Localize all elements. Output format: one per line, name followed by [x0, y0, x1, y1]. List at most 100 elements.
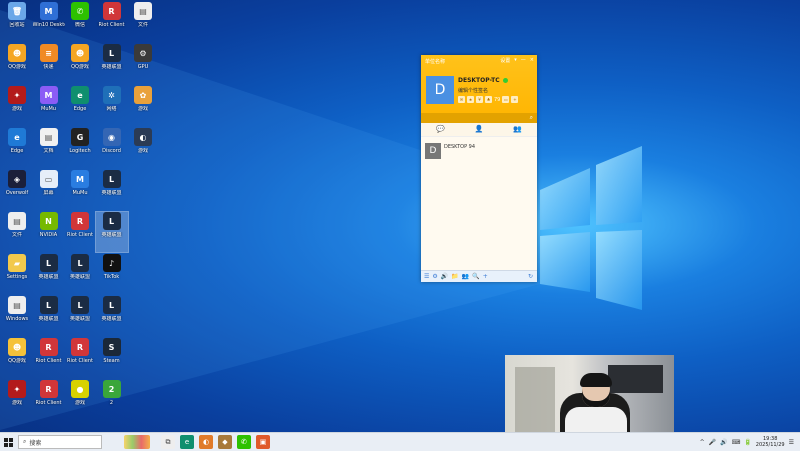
desktop-icon-label: 英雄联盟 — [101, 232, 122, 238]
desktop-icon[interactable]: L 英雄联盟 — [33, 254, 65, 294]
app-icon: L — [39, 254, 58, 272]
desktop-icon-label: QQ游戏 — [8, 358, 26, 364]
tab-contacts[interactable]: 👤 — [460, 123, 499, 136]
desktop-icon[interactable]: R Riot Client — [64, 338, 96, 378]
desktop-icon[interactable]: 🗑 回收站 — [1, 2, 33, 42]
chat-window[interactable]: 单位名称 设置 ▾ — × D DESKTOP-TC 编辑个性签名 ✉ ★ ¥ … — [421, 55, 537, 282]
desktop-icon[interactable]: ◉ Discord — [96, 128, 128, 168]
desktop-icon[interactable]: L 英雄联盟 — [96, 44, 128, 84]
taskbar-doodle[interactable] — [124, 435, 150, 449]
desktop-icon[interactable]: L 英雄联盟 — [94, 211, 129, 253]
desktop-icon[interactable]: ☻ QQ游戏 — [64, 44, 96, 84]
avatar[interactable]: D — [426, 76, 454, 104]
taskbar-app-wechat[interactable]: ✆ — [237, 435, 251, 449]
tab-messages[interactable]: 💬 — [421, 123, 460, 136]
desktop-icon[interactable]: L 英雄联盟 — [33, 296, 65, 336]
online-status-icon[interactable] — [503, 78, 508, 83]
desktop-icon[interactable]: R Riot Client — [33, 380, 65, 420]
desktop-icon[interactable]: ☻ QQ游戏 — [1, 338, 33, 378]
taskbar-app-app-brown[interactable]: ◆ — [218, 435, 232, 449]
desktop-icon[interactable]: ✿ 游戏 — [127, 86, 159, 126]
desktop-icon[interactable]: ♪ TikTok — [96, 254, 128, 294]
desktop-icon[interactable]: ▤ 文件 — [127, 2, 159, 42]
desktop-icon-label: Edge — [10, 148, 24, 154]
desktop-icon[interactable]: M MuMu — [33, 86, 65, 126]
desktop-icon[interactable]: L 英雄联盟 — [96, 170, 128, 210]
desktop-icon-label: TikTok — [103, 274, 120, 280]
wallet-icon[interactable]: ¥ — [476, 96, 483, 103]
app-icon: G — [71, 128, 89, 146]
desktop-icon-label: Windows — [5, 316, 29, 322]
search-input[interactable]: ⌕ 搜索 — [18, 435, 102, 449]
desktop-icon[interactable]: ▤ 文件 — [1, 212, 33, 252]
desktop-icon[interactable]: e Edge — [1, 128, 33, 168]
desktop-icon[interactable]: ≡ 快递 — [33, 44, 65, 84]
start-button[interactable] — [0, 433, 16, 451]
speaker-icon[interactable]: 🔊 — [441, 273, 448, 280]
search-icon[interactable]: 🔍 — [472, 273, 479, 280]
desktop-icon[interactable]: ⚙ GPU — [127, 44, 159, 84]
desktop-icon[interactable]: S Steam — [96, 338, 128, 378]
keyboard-icon[interactable]: ⌨ — [732, 439, 741, 446]
game-icon[interactable]: ♣ — [485, 96, 492, 103]
app-icon: ▤ — [8, 212, 26, 230]
volume-icon[interactable]: 🔊 — [720, 439, 727, 446]
taskbar-app-app-orange[interactable]: ◐ — [199, 435, 213, 449]
desktop-icon[interactable]: ✆ 微信 — [64, 2, 96, 42]
show-hidden-icons[interactable]: ^ — [700, 439, 705, 446]
mail-icon[interactable]: ✉ — [458, 96, 465, 103]
message-icon[interactable]: ▭ — [502, 96, 510, 103]
battery-icon[interactable]: 🔋 — [744, 439, 751, 446]
desktop-icon[interactable]: ▭ 屏幕 — [33, 170, 65, 210]
desktop-icon[interactable]: ✲ 网络 — [96, 86, 128, 126]
taskbar-app-edge[interactable]: e — [180, 435, 194, 449]
add-icon[interactable]: + — [483, 273, 488, 280]
space-icon[interactable]: ★ — [467, 96, 474, 103]
contact-search-bar[interactable]: ⌕ — [421, 113, 537, 123]
desktop-icon[interactable]: N NVIDIA — [33, 212, 65, 252]
desktop-icon[interactable]: M MuMu — [64, 170, 96, 210]
desktop-icon[interactable]: e Edge — [64, 86, 96, 126]
desktop-icon-label: 英雄联盟 — [38, 316, 59, 322]
desktop-icon[interactable]: ● 游戏 — [64, 380, 96, 420]
desktop-icon[interactable]: ▤ 文档 — [33, 128, 65, 168]
desktop-icon[interactable]: L 英雄联盟 — [64, 254, 96, 294]
desktop-icon[interactable]: L 英雄联盟 — [64, 296, 96, 336]
desktop-icon[interactable]: ▤ Windows — [1, 296, 33, 336]
microphone-icon[interactable]: 🎤 — [709, 439, 716, 446]
folder-icon[interactable]: 📁 — [451, 273, 458, 280]
desktop-icon[interactable]: ▰ Settings — [1, 254, 33, 294]
taskbar-app-app-red[interactable]: ▣ — [256, 435, 270, 449]
desktop-icon[interactable]: L 英雄联盟 — [96, 296, 128, 336]
gear-icon[interactable]: ⚙ — [432, 273, 437, 280]
desktop-icon[interactable]: ✦ 游戏 — [1, 380, 33, 420]
notification-icon[interactable]: ☰ — [789, 439, 794, 446]
desktop-icon-label: Riot Client — [67, 358, 93, 364]
desktop-icon-label: 文件 — [137, 22, 148, 28]
group-icon[interactable]: 👥 — [462, 273, 469, 280]
desktop-icon[interactable]: ☻ QQ游戏 — [1, 44, 33, 84]
desktop-icon[interactable]: 22 — [96, 380, 128, 420]
desktop-icon[interactable]: ◈ Overwolf — [1, 170, 33, 210]
search-icon[interactable]: ⌕ — [530, 114, 533, 122]
tab-groups[interactable]: 👥 — [498, 123, 537, 136]
desktop-icon[interactable]: R Riot Client — [64, 212, 96, 252]
close-button[interactable]: × — [530, 57, 534, 64]
desktop-icon[interactable]: M Win10 Desktop — [33, 2, 65, 42]
main-menu-icon[interactable]: ☰ — [424, 273, 429, 280]
list-item[interactable]: D DESKTOP 94 — [421, 141, 537, 159]
settings-button[interactable]: 设置 — [500, 57, 510, 64]
signature-field[interactable]: 编辑个性签名 — [458, 87, 488, 94]
minimize-button[interactable]: — — [521, 57, 526, 64]
clock[interactable]: 19:38 2025/11/29 — [756, 436, 785, 448]
desktop-icon[interactable]: R Riot Client — [96, 2, 128, 42]
desktop-icon[interactable]: G Logitech — [64, 128, 96, 168]
desktop-icon[interactable]: ✦ 游戏 — [1, 86, 33, 126]
taskbar: ⌕ 搜索 ⧉ e ◐ ◆ ✆ ▣ ^ 🎤 🔊 ⌨ 🔋 19:38 2025/11/29 ☰ — [0, 432, 800, 451]
menu-button[interactable]: ▾ — [514, 57, 517, 64]
desktop-icon[interactable]: ◐ 游戏 — [127, 128, 159, 168]
taskbar-app-task-view[interactable]: ⧉ — [161, 435, 175, 449]
refresh-icon[interactable]: ↻ — [528, 273, 533, 280]
desktop-icon[interactable]: R Riot Client — [33, 338, 65, 378]
plus-icon[interactable]: + — [511, 96, 519, 103]
